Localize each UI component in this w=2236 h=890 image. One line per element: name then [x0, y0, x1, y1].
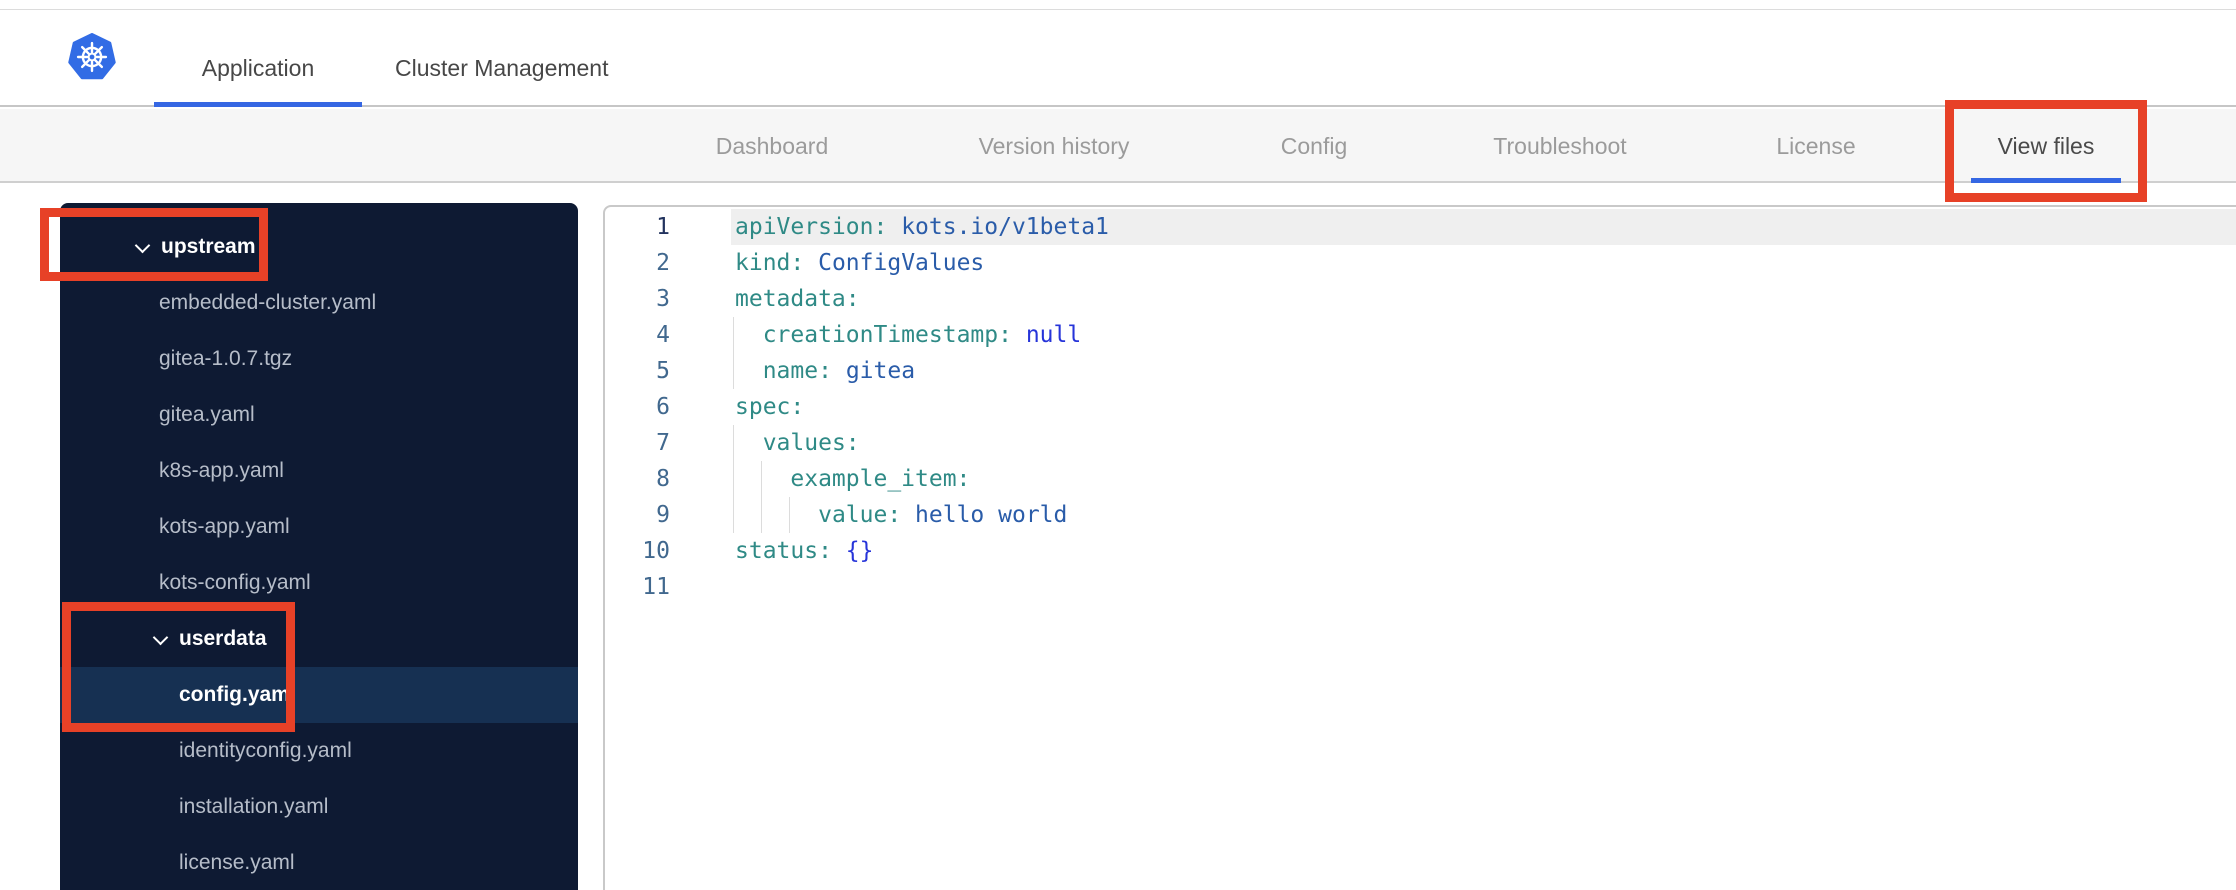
line-number: 4: [656, 322, 670, 348]
yaml-key: value:: [818, 502, 902, 528]
code-line: 11: [605, 569, 2236, 605]
app-subnav: Dashboard Version history Config Troublesho…: [0, 109, 2236, 183]
indent-guide: [761, 497, 762, 533]
line-number: 6: [656, 394, 670, 420]
yaml-key: status:: [735, 538, 832, 564]
tab-troubleshoot[interactable]: Troubleshoot: [1479, 109, 1640, 183]
tab-config[interactable]: Config: [1267, 109, 1361, 183]
code-line: 10 status: {}: [605, 533, 2236, 569]
code-line: 6 spec:: [605, 389, 2236, 425]
kots-admin-console: Application Cluster Management Dashboard V…: [0, 0, 2236, 890]
line-number: 1: [656, 214, 670, 240]
tree-item-label: installation.yaml: [179, 795, 329, 818]
yaml-key: values:: [762, 430, 860, 456]
code-line: 1 apiVersion: kots.io/v1beta1: [605, 209, 2236, 245]
code-content: apiVersion: kots.io/v1beta1: [731, 209, 2236, 245]
code-line: 5 name: gitea: [605, 353, 2236, 389]
tree-item-label: kots-app.yaml: [159, 515, 290, 538]
tree-file-k8s-app-yaml[interactable]: k8s-app.yaml: [60, 443, 578, 499]
tree-file-license-yaml[interactable]: license.yaml: [60, 835, 578, 890]
yaml-key: example_item:: [790, 466, 971, 492]
yaml-value: {}: [845, 538, 874, 564]
tab-version-history[interactable]: Version history: [965, 109, 1144, 183]
indent-guide: [733, 497, 734, 533]
code-line: 2 kind: ConfigValues: [605, 245, 2236, 281]
code-line: 4 creationTimestamp: null: [605, 317, 2236, 353]
chevron-down-icon: [153, 631, 169, 647]
tab-license[interactable]: License: [1762, 109, 1869, 183]
yaml-key: kind:: [735, 250, 805, 276]
tree-file-config-yaml[interactable]: config.yaml: [60, 667, 578, 723]
tree-file-identityconfig-yaml[interactable]: identityconfig.yaml: [60, 723, 578, 779]
line-number: 9: [656, 502, 670, 528]
yaml-key: name:: [762, 358, 832, 384]
code-content: name: gitea: [731, 353, 2236, 389]
tree-file-kots-app-yaml[interactable]: kots-app.yaml: [60, 499, 578, 555]
tree-file-gitea-yaml[interactable]: gitea.yaml: [60, 387, 578, 443]
kubernetes-logo-svg: [68, 33, 116, 80]
tab-dashboard[interactable]: Dashboard: [702, 109, 843, 183]
indent-guide: [733, 317, 734, 353]
code-content: values:: [731, 425, 2236, 461]
code-line: 7 values:: [605, 425, 2236, 461]
file-tree-sidebar: upstream embedded-cluster.yaml gitea-1.0.7…: [60, 203, 578, 890]
chevron-down-icon: [135, 239, 151, 255]
yaml-value: hello world: [915, 502, 1068, 528]
tree-item-label: embedded-cluster.yaml: [159, 291, 377, 314]
indent-guide: [789, 497, 790, 533]
yaml-value: gitea: [845, 358, 916, 384]
line-number: 11: [642, 574, 670, 600]
code-line: 9 value: hello world: [605, 497, 2236, 533]
yaml-key: apiVersion:: [735, 214, 888, 240]
code-content: kind: ConfigValues: [731, 245, 2236, 281]
tree-item-label: identityconfig.yaml: [179, 739, 352, 762]
yaml-key: creationTimestamp:: [762, 322, 1012, 348]
kubernetes-logo-icon[interactable]: [68, 33, 116, 81]
tree-file-kots-config-yaml[interactable]: kots-config.yaml: [60, 555, 578, 611]
indent-guide: [733, 425, 734, 461]
code-content: metadata:: [731, 281, 2236, 317]
app-header: Application Cluster Management: [0, 10, 2236, 107]
line-number: 2: [656, 250, 670, 276]
tree-item-label: gitea.yaml: [159, 403, 255, 426]
tree-item-label: upstream: [161, 235, 256, 258]
code-content: status: {}: [731, 533, 2236, 569]
tree-file-embedded-cluster-yaml[interactable]: embedded-cluster.yaml: [60, 275, 578, 331]
line-number: 5: [656, 358, 670, 384]
header-tab-application[interactable]: Application: [154, 30, 362, 107]
code-line: 3 metadata:: [605, 281, 2236, 317]
code-content: creationTimestamp: null: [731, 317, 2236, 353]
tree-file-installation-yaml[interactable]: installation.yaml: [60, 779, 578, 835]
tree-item-label: k8s-app.yaml: [159, 459, 284, 482]
line-number: 7: [656, 430, 670, 456]
code-line: 8 example_item:: [605, 461, 2236, 497]
yaml-value: null: [1025, 322, 1082, 348]
yaml-key: metadata:: [735, 286, 860, 312]
indent-guide: [733, 353, 734, 389]
tree-item-label: gitea-1.0.7.tgz: [159, 347, 293, 370]
code-content: [731, 569, 2236, 605]
tab-view-files[interactable]: View files: [1965, 109, 2127, 183]
indent-guide: [761, 461, 762, 497]
tree-folder-userdata[interactable]: userdata: [60, 611, 578, 667]
header-tab-cluster-management[interactable]: Cluster Management: [395, 30, 655, 107]
tree-folder-upstream[interactable]: upstream: [60, 219, 578, 275]
tree-file-gitea-1-0-7-tgz[interactable]: gitea-1.0.7.tgz: [60, 331, 578, 387]
line-number: 3: [656, 286, 670, 312]
line-number: 8: [656, 466, 670, 492]
code-content: spec:: [731, 389, 2236, 425]
line-number: 10: [642, 538, 670, 564]
yaml-value: kots.io/v1beta1: [901, 214, 1109, 240]
tree-item-label: userdata: [179, 627, 267, 650]
tree-item-label: config.yaml: [179, 683, 296, 706]
yaml-key: spec:: [735, 394, 805, 420]
tree-item-label: license.yaml: [179, 851, 295, 874]
tree-item-label: kots-config.yaml: [159, 571, 311, 594]
yaml-value: ConfigValues: [818, 250, 985, 276]
code-editor[interactable]: 1 apiVersion: kots.io/v1beta1 2 kind: Confi…: [603, 205, 2236, 890]
code-content: example_item:: [731, 461, 2236, 497]
indent-guide: [733, 461, 734, 497]
code-content: value: hello world: [731, 497, 2236, 533]
